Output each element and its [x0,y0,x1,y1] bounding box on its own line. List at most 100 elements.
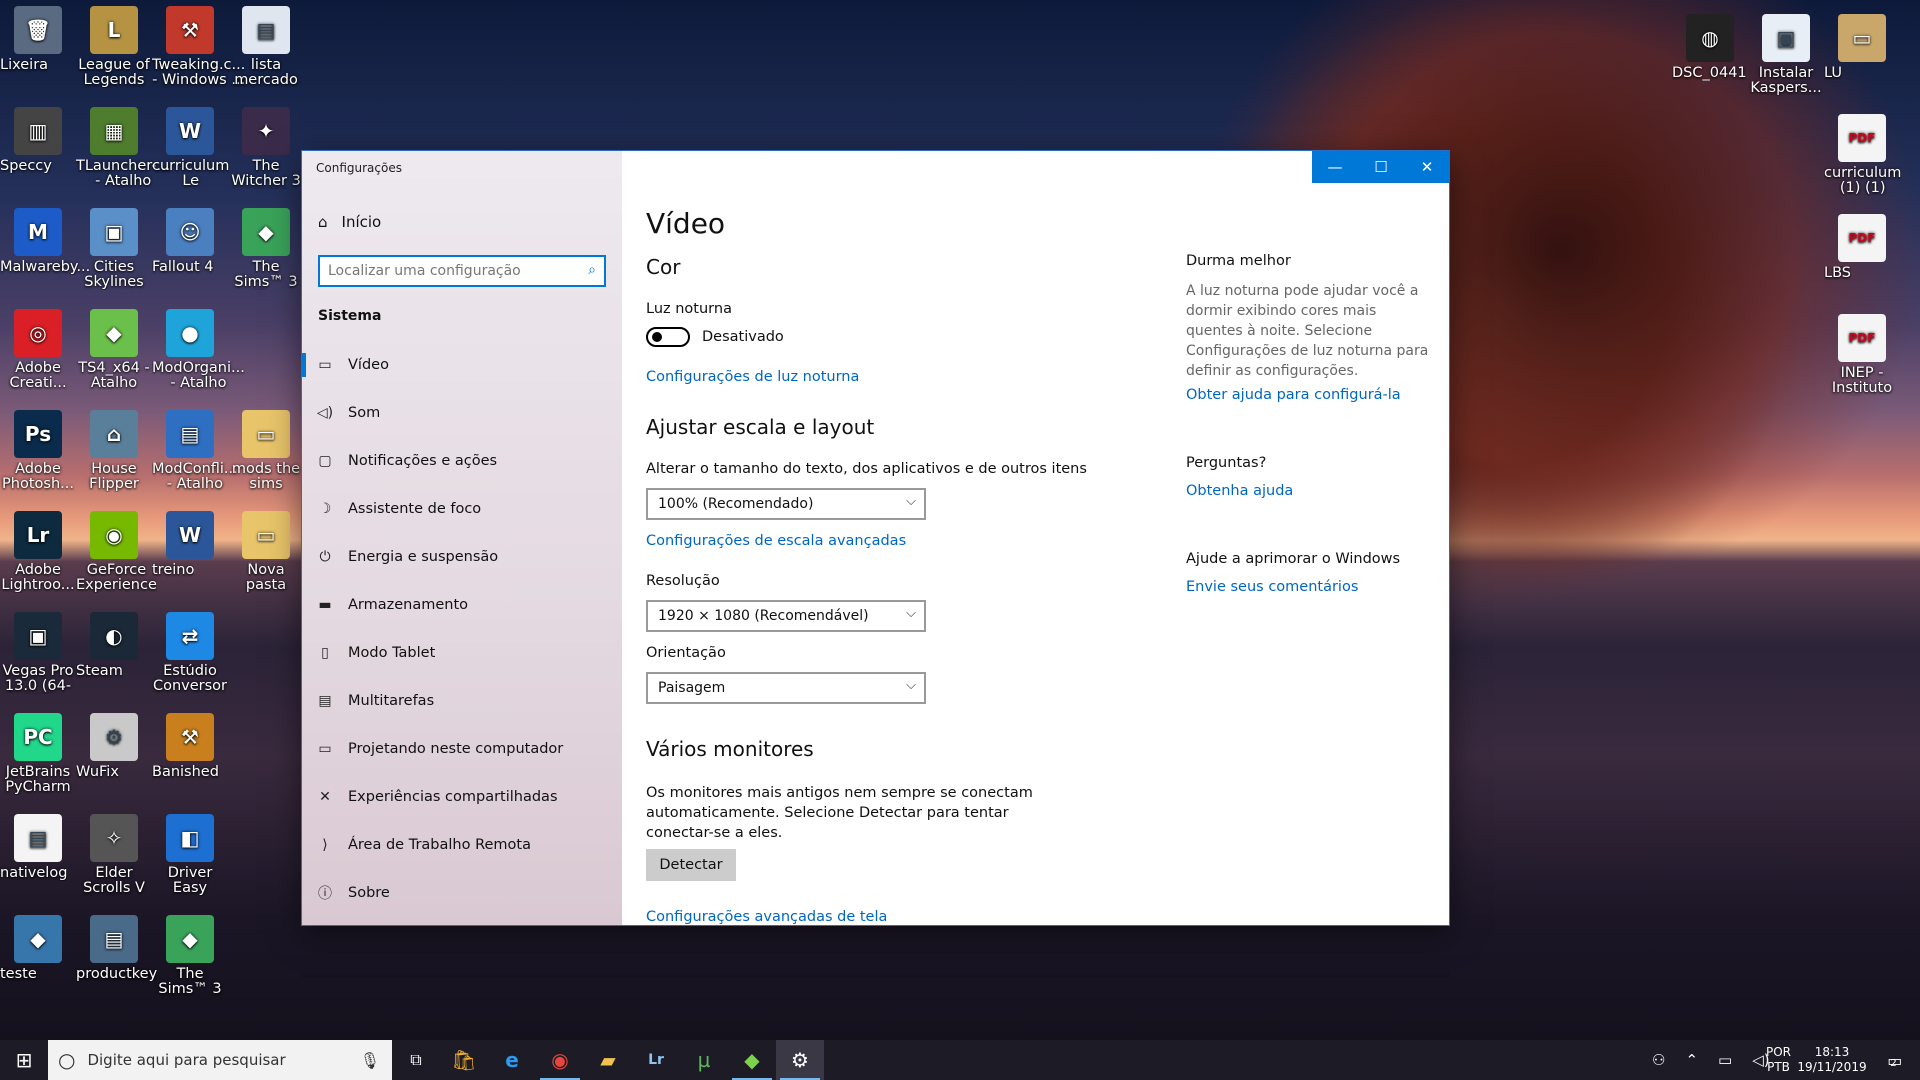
action-center-button[interactable]: ▭ 2 [1872,1040,1912,1080]
desktop-icon[interactable]: ◆ The Sims™ 3 Ilha Paradi... [228,208,304,290]
app-icon: ☺ [166,208,214,256]
store-icon: 🛍 [451,1048,477,1072]
desktop-icon[interactable]: Ps Adobe Photosh... [0,410,76,492]
resolution-dropdown[interactable]: 1920 × 1080 (Recomendável) ⌵ [646,600,926,632]
app-icon: ◉ [90,511,138,559]
lightroom-taskbar-button[interactable]: Lr [632,1040,680,1080]
desktop-icon[interactable]: ◆ TS4_x64 - Atalho [76,309,152,391]
people-icon[interactable]: ⚇ [1652,1051,1665,1069]
desktop-icon[interactable]: PC JetBrains PyCharm ... [0,713,76,795]
desktop-icon[interactable]: ▣ Cities Skylines [76,208,152,290]
nav-item[interactable]: ◁) Som [302,389,622,437]
desktop-icon[interactable]: Lr Adobe Lightroo... [0,511,76,593]
desktop-icon[interactable]: ◐ Steam [76,612,152,679]
chevron-up-icon[interactable]: ⌃ [1685,1051,1698,1069]
desktop-icon[interactable]: ▤ lista mercado [228,6,304,88]
desktop-icon[interactable]: ▣ Instalar Kaspers... [1748,14,1824,96]
start-button[interactable]: ⊞ [0,1040,48,1080]
app-icon: ◆ [242,208,290,256]
nav-item[interactable]: ☽ Assistente de foco [302,485,622,533]
desktop-icon[interactable]: ▤ nativelog [0,814,76,881]
settings-search-input[interactable]: Localizar uma configuração ⌕ [318,255,606,287]
nav-item[interactable]: ▭ Projetando neste computador [302,725,622,773]
taskbar-search[interactable]: ○ Digite aqui para pesquisar 🎙 [48,1040,392,1080]
desktop-icon[interactable]: ✦ The Witcher 3 - Wild Hunt [228,107,304,189]
desktop-icon[interactable]: PDF curriculum (1) (1) [1824,114,1901,196]
advanced-display-link[interactable]: Configurações avançadas de tela [646,909,887,925]
desktop-icon[interactable]: ◆ teste [0,915,76,982]
get-help-link[interactable]: Obtenha ajuda [1186,483,1293,499]
clock[interactable]: 18:13 19/11/2019 [1797,1040,1866,1080]
advanced-scale-link[interactable]: Configurações de escala avançadas [646,533,906,549]
resolution-label: Resolução [646,573,720,589]
nav-item[interactable]: ⓘ Sobre [302,869,622,917]
desktop-icon[interactable]: ◎ Adobe Creati... [0,309,76,391]
desktop-icon[interactable]: ◍ DSC_0441 [1672,14,1748,81]
nav-item[interactable]: ▢ Notificações e ações [302,437,622,485]
nav-home[interactable]: ⌂ Início [318,213,381,231]
language-indicator[interactable]: POR PTB [1766,1040,1791,1080]
settings-taskbar-button[interactable]: ⚙ [776,1040,824,1080]
orientation-dropdown[interactable]: Paisagem ⌵ [646,672,926,704]
sleep-help-link[interactable]: Obter ajuda para configurá-la [1186,387,1401,403]
nav-item[interactable]: ▭ Vídeo [302,341,622,389]
desktop-icon[interactable]: ▣ Vegas Pro 13.0 (64-bit) [0,612,76,694]
desktop-icon[interactable]: M Malwareby... [0,208,90,275]
desktop-icon[interactable]: ● ModOrgani... - Atalho [152,309,245,391]
feedback-link[interactable]: Envie seus comentários [1186,579,1358,595]
sims-taskbar-button[interactable]: ◆ [728,1040,776,1080]
desktop-icon[interactable]: ⇄ Estúdio Conversor ... [152,612,228,694]
desktop-icon[interactable]: ◧ Driver Easy [152,814,228,896]
app-icon: PDF [1838,314,1886,362]
desktop-icon[interactable]: ▭ mods the sims [228,410,304,492]
explorer-taskbar-button[interactable]: ▰ [584,1040,632,1080]
edge-taskbar-button[interactable]: e [488,1040,536,1080]
night-light-toggle[interactable] [646,327,690,347]
desktop-icon[interactable]: ▭ Nova pasta [228,511,304,593]
desktop-icon[interactable]: PDF LBS [1824,214,1900,281]
desktop-icon[interactable]: ⚒ Banished [152,713,228,780]
nav-item[interactable]: ✕ Experiências compartilhadas [302,773,622,821]
desktop-icon[interactable]: L League of Legends [76,6,152,88]
network-icon[interactable]: ▭ [1718,1051,1732,1069]
scale-dropdown[interactable]: 100% (Recomendado) ⌵ [646,488,926,520]
task-view-button[interactable]: ⧉ [392,1040,440,1080]
app-icon: ◆ [14,915,62,963]
desktop-icon[interactable]: ▭ LU [1824,14,1900,81]
desktop-icon[interactable]: Wtreino [152,511,228,578]
desktop-icon[interactable]: ⚙ WuFix [76,713,152,780]
windows-logo-icon: ⊞ [15,1048,33,1072]
nav-item-label: Assistente de foco [348,501,482,517]
desktop-icon[interactable]: ⚒ Tweaking.c... - Windows ... [152,6,245,88]
detect-button[interactable]: Detectar [646,849,736,881]
nav-item[interactable]: ▤ Multitarefas [302,677,622,725]
desktop-icon[interactable]: ▦ TLauncher-... - Atalho [76,107,170,189]
desktop-icon[interactable]: ▤ productkey [76,915,157,982]
chrome-taskbar-button[interactable]: ◉ [536,1040,584,1080]
desktop-icon-label: Estúdio Conversor ... [152,664,228,694]
desktop-icon[interactable]: Wcurriculum Le [152,107,229,189]
utorrent-taskbar-button[interactable]: µ [680,1040,728,1080]
desktop-icon[interactable]: ☺ Fallout 4 [152,208,228,275]
desktop-icon-label: DSC_0441 [1672,66,1747,81]
desktop-icon[interactable]: ⌂ House Flipper [76,410,152,492]
desktop-icon[interactable]: ◆ The Sims™ 3 [152,915,228,997]
search-icon[interactable]: ⌕ [588,262,596,278]
desktop-icon[interactable]: PDF INEP - Instituto N... [1824,314,1900,396]
app-icon: 🗑 [14,6,62,54]
monitor-icon: ▭ [318,357,332,373]
desktop-icon[interactable]: ▤ ModConfli... - Atalho [152,410,238,492]
desktop-icon-label: Adobe Photosh... [2,462,74,492]
desktop-icon[interactable]: ✧ Elder Scrolls V Skyrim ... [76,814,152,896]
nav-item[interactable]: ▯ Modo Tablet [302,629,622,677]
desktop-icon[interactable]: 🗑 Lixeira [0,6,76,73]
nav-item[interactable]: ⏻ Energia e suspensão [302,533,622,581]
store-taskbar-button[interactable]: 🛍 [440,1040,488,1080]
nav-item[interactable]: ⟩ Área de Trabalho Remota [302,821,622,869]
desktop-icon-label: ModConfli... - Atalho [152,462,238,492]
desktop-icon[interactable]: ▥ Speccy [0,107,76,174]
desktop-icon[interactable]: ◉ GeForce Experience [76,511,157,593]
night-light-settings-link[interactable]: Configurações de luz noturna [646,369,859,385]
nav-item[interactable]: ▬ Armazenamento [302,581,622,629]
microphone-icon[interactable]: 🎙 [360,1051,380,1070]
